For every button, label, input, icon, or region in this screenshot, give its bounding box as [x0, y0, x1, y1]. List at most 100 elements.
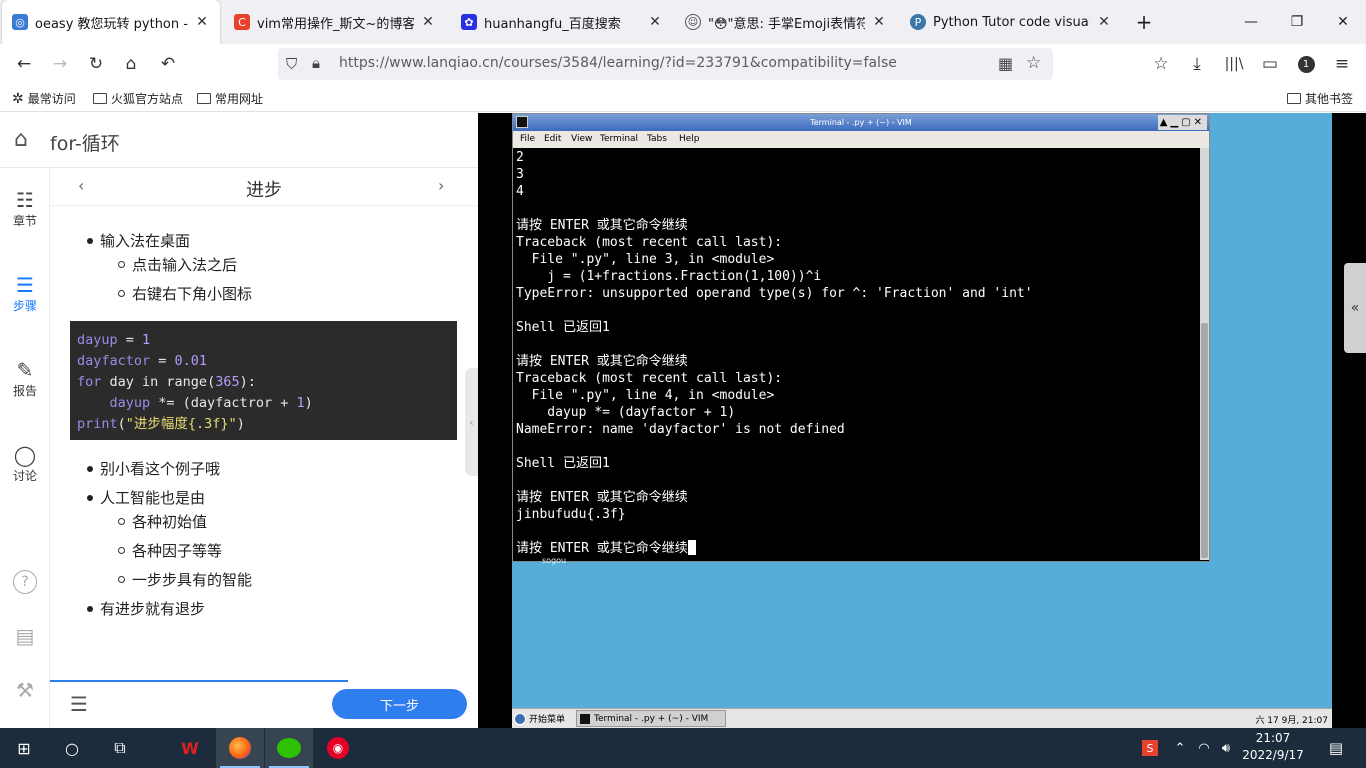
code-token: "进步幅度{.3f}" — [125, 416, 237, 432]
menu-file[interactable]: File — [520, 131, 535, 148]
account-badge[interactable]: 1 — [1292, 52, 1320, 76]
qr-code-icon[interactable]: ▦ — [998, 54, 1013, 73]
minimize-icon[interactable]: — — [1228, 0, 1274, 44]
undo-arrow-icon[interactable]: ↶ — [154, 52, 182, 76]
menu-list-icon[interactable]: ☰ — [70, 692, 88, 716]
home-icon[interactable]: ⌂ — [14, 127, 28, 152]
terminal-line: 4 — [516, 184, 524, 199]
vm-task-terminal[interactable]: Terminal - .py + (~) - VIM — [576, 710, 726, 727]
lesson-sidebar: ☷ 章节 ☰ 步骤 ✎ 报告 ◯ 讨论 ? ▤ ⚒ — [0, 168, 50, 728]
next-step-button[interactable]: 下一步 — [332, 689, 467, 719]
side-expand-tab[interactable]: « — [1344, 263, 1366, 353]
maximize-icon[interactable]: ❐ — [1274, 0, 1320, 44]
terminal-line: Traceback (most recent call last): — [516, 235, 783, 250]
close-icon[interactable]: ✕ — [1096, 14, 1112, 30]
tab-title: Python Tutor code visualizer: — [933, 14, 1090, 30]
bookmark-star-icon[interactable]: ☆ — [1026, 53, 1041, 73]
volume-icon[interactable]: 🔊︎ — [1214, 728, 1238, 768]
task-view-icon[interactable]: ⧉ — [96, 728, 144, 768]
lock-icon[interactable]: 🔒︎ — [312, 54, 320, 72]
sidebar-toggle-icon[interactable]: ▭ — [1256, 52, 1284, 76]
tab-emoji[interactable]: ☺ "😳"意思: 手掌Emoji表情符号 | E ✕ — [675, 0, 897, 44]
tab-csdn[interactable]: C vim常用操作_斯文~的博客-CSDN ✕ — [224, 0, 446, 44]
url-bar[interactable]: ⛉ 🔒︎ https://www.lanqiao.cn/courses/3584… — [278, 48, 1053, 80]
chapter-icon: ☷ — [16, 188, 34, 212]
terminal-icon — [516, 116, 528, 128]
shield-icon[interactable]: ⛉ — [286, 55, 297, 73]
list-subitem: 各种因子等等 — [117, 540, 252, 569]
system-clock[interactable]: 21:07 2022/9/17 — [1238, 730, 1308, 766]
bookmark-common-sites[interactable]: 常用网址 — [197, 90, 263, 107]
collapse-panel-handle[interactable]: ‹ — [465, 368, 478, 476]
download-icon[interactable]: ⤓ — [1183, 52, 1211, 76]
tray-chevron-up-icon[interactable]: ⌃ — [1168, 728, 1192, 768]
menu-view[interactable]: View — [571, 131, 592, 148]
code-line: print("进步幅度{.3f}") — [77, 414, 450, 435]
terminal-output[interactable]: 2 3 4 请按 ENTER 或其它命令继续 Traceback (most recen… — [516, 148, 1200, 560]
notification-center-icon[interactable]: ▤ — [1318, 728, 1354, 768]
hamburger-menu-icon[interactable]: ≡ — [1328, 52, 1356, 76]
menu-tabs[interactable]: Tabs — [647, 131, 667, 148]
terminal-scrollbar[interactable] — [1200, 148, 1209, 560]
doc-settings-button[interactable]: ▤ — [0, 624, 50, 648]
vm-start-menu[interactable]: 开始菜单 — [514, 712, 565, 725]
code-token: ( — [117, 416, 126, 432]
firefox-icon[interactable] — [216, 728, 264, 768]
tab-oeasy[interactable]: ◎ oeasy 教您玩转 python - for-循环 ✕ — [2, 0, 220, 44]
code-token: 1 — [142, 332, 151, 348]
home-icon[interactable]: ⌂ — [117, 52, 145, 76]
question-icon: ? — [13, 570, 37, 594]
netease-music-icon[interactable]: ◉ — [314, 728, 362, 768]
code-token: dayup — [109, 395, 151, 411]
terminal-titlebar[interactable]: Terminal - .py + (~) - VIM ▲▁▢✕ — [513, 114, 1209, 131]
terminal-line: NameError: name 'dayfactor' is not defin… — [516, 422, 845, 437]
gear-icon: ✲ — [12, 90, 24, 107]
menu-help[interactable]: Help — [679, 131, 700, 148]
terminal-cursor — [687, 540, 696, 555]
close-icon[interactable]: ✕ — [420, 14, 436, 30]
wps-icon[interactable]: W — [166, 728, 214, 768]
url-text[interactable]: https://www.lanqiao.cn/courses/3584/lear… — [339, 55, 897, 71]
tab-title: huanhangfu_百度搜索 — [484, 16, 621, 32]
oeasy-icon: ◎ — [12, 14, 28, 30]
new-tab-plus-icon[interactable]: + — [1122, 0, 1166, 44]
list-subitem: 一步步具有的智能 — [117, 569, 252, 598]
bullet-list-b: 别小看这个例子哦 人工智能也是由 各种初始值 各种因子等等 一步步具有的智能 有… — [86, 458, 252, 622]
menu-terminal[interactable]: Terminal — [600, 131, 638, 148]
next-step-chevron-icon[interactable]: › — [438, 176, 444, 195]
back-arrow-icon[interactable]: ← — [10, 52, 38, 76]
sidebar-item-steps[interactable]: ☰ 步骤 — [0, 273, 50, 314]
terminal-line: File ".py", line 3, in <module> — [516, 252, 775, 267]
music-logo: ◉ — [327, 737, 349, 759]
search-circle-icon[interactable]: ○ — [48, 728, 96, 768]
tab-python-tutor[interactable]: P Python Tutor code visualizer: ✕ — [900, 0, 1122, 44]
close-window-icon[interactable]: ✕ — [1320, 0, 1366, 44]
bookmark-most-visited[interactable]: ✲ 最常访问 — [12, 90, 76, 107]
help-button[interactable]: ? — [0, 570, 50, 594]
terminal-title: Terminal - .py + (~) - VIM — [810, 118, 912, 127]
close-icon[interactable]: ✕ — [194, 14, 210, 30]
windows-start-icon[interactable]: ⊞ — [0, 728, 48, 768]
sogou-ime-icon[interactable]: S — [1138, 728, 1162, 768]
pocket-star-icon[interactable]: ☆ — [1147, 52, 1175, 76]
reload-icon[interactable]: ↻ — [82, 52, 110, 76]
close-icon[interactable]: ✕ — [647, 14, 663, 30]
menu-edit[interactable]: Edit — [544, 131, 561, 148]
library-icon[interactable]: |||\ — [1220, 52, 1248, 76]
tools-button[interactable]: ⚒ — [0, 678, 50, 702]
wifi-icon[interactable]: ◠ — [1192, 728, 1216, 768]
tab-baidu[interactable]: ✿ huanhangfu_百度搜索 ✕ — [451, 0, 673, 44]
sidebar-item-discussion[interactable]: ◯ 讨论 — [0, 443, 50, 484]
code-line: dayup *= (dayfactror + 1) — [77, 393, 450, 414]
folder-icon — [197, 93, 211, 104]
bookmark-other[interactable]: 其他书签 — [1287, 90, 1353, 107]
forward-arrow-icon[interactable]: → — [46, 52, 74, 76]
close-icon[interactable]: ✕ — [871, 14, 887, 30]
sidebar-item-report[interactable]: ✎ 报告 — [0, 358, 50, 399]
wechat-icon[interactable] — [265, 728, 313, 768]
bookmark-firefox-site[interactable]: 火狐官方站点 — [93, 90, 183, 107]
window-controls[interactable]: ▲▁▢✕ — [1157, 115, 1207, 130]
sidebar-item-chapter[interactable]: ☷ 章节 — [0, 188, 50, 229]
scrollbar-thumb[interactable] — [1201, 323, 1208, 558]
